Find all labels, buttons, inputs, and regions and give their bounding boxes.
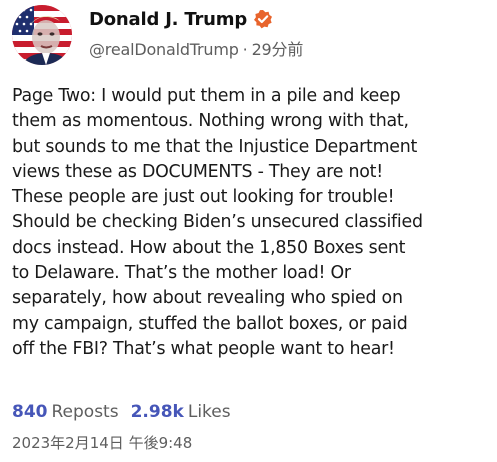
author-display-name[interactable]: Donald J. Trump — [89, 9, 247, 30]
likes-label: Likes — [187, 402, 231, 422]
handle-row: @realDonaldTrump · 29分前 — [89, 36, 303, 60]
name-row: Donald J. Trump — [89, 6, 303, 32]
reposts-label: Reposts — [51, 402, 119, 422]
likes-count: 2.98k — [130, 402, 184, 422]
likes-stat[interactable]: 2.98k Likes — [131, 402, 231, 422]
profile-avatar[interactable] — [12, 5, 72, 65]
post-card: Donald J. Trump @realDonaldTrump · 29分前 Pa… — [0, 0, 497, 462]
author-handle[interactable]: @realDonaldTrump — [89, 40, 239, 59]
avatar-image — [12, 5, 72, 65]
reposts-count: 840 — [12, 402, 48, 422]
handle-separator: · — [242, 40, 248, 59]
verified-badge-icon — [253, 9, 273, 29]
relative-time[interactable]: 29分前 — [252, 40, 304, 59]
post-body-text: Page Two: I would put them in a pile and… — [12, 86, 423, 359]
post-timestamp: 2023年2月14日 午後9:48 — [12, 434, 193, 452]
post-stats: 840 Reposts 2.98k Likes — [12, 402, 231, 422]
post-header: Donald J. Trump @realDonaldTrump · 29分前 — [89, 6, 303, 60]
reposts-stat[interactable]: 840 Reposts — [12, 402, 119, 422]
